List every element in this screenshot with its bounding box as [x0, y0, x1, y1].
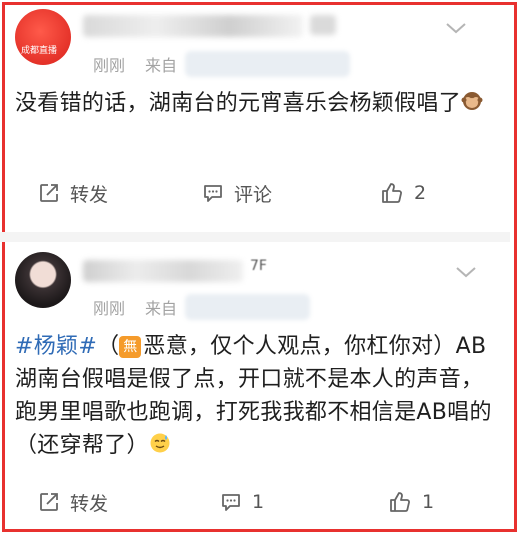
- comment-count: 1: [252, 491, 265, 513]
- post-content: 没看错的话，湖南台的元宵喜乐会杨颖假唱了: [15, 87, 495, 120]
- post-time: 刚刚: [93, 56, 126, 75]
- post-2: 7F 刚刚 来自 #杨颖#（無恶意，仅个人观点，你杠你对）AB湖南台假唱是假了点…: [5, 242, 510, 532]
- thumbs-up-icon: [390, 492, 410, 512]
- thumbs-up-icon: [382, 183, 402, 203]
- post-time: 刚刚: [93, 299, 126, 318]
- post-1: 成都直播 刚刚 来自 没看错的话，湖南台的元宵喜乐会杨颖假唱了 转发 评论 2: [5, 5, 510, 233]
- avatar[interactable]: 成都直播: [15, 9, 71, 65]
- username-blurred[interactable]: [83, 15, 303, 37]
- repost-icon: [40, 493, 58, 511]
- chevron-down-icon[interactable]: [455, 265, 477, 279]
- content-line1: 恶意，仅个人观点，你杠你对）: [143, 334, 456, 359]
- comment-button[interactable]: 评论: [202, 175, 272, 211]
- hashtag-link[interactable]: #杨颖#: [15, 334, 97, 359]
- post-actions: 转发 评论 2: [5, 175, 510, 211]
- post-source-label: 来自: [145, 299, 178, 318]
- comment-icon: [222, 494, 240, 511]
- repost-label: 转发: [70, 183, 109, 206]
- username-tail: 7F: [250, 258, 267, 274]
- source-blurred: [185, 51, 350, 77]
- chevron-down-icon[interactable]: [445, 21, 467, 35]
- repost-button[interactable]: 转发: [38, 175, 108, 211]
- like-button[interactable]: 2: [380, 175, 426, 211]
- see-no-evil-monkey-icon: [461, 92, 483, 110]
- comment-icon: [204, 185, 222, 202]
- like-button[interactable]: 1: [388, 484, 434, 520]
- like-count: 1: [422, 491, 435, 513]
- badge-icon: 無: [119, 336, 142, 358]
- source-blurred: [185, 294, 310, 320]
- username-blurred[interactable]: [83, 260, 243, 282]
- comment-button[interactable]: 1: [220, 484, 264, 520]
- repost-button[interactable]: 转发: [38, 484, 108, 520]
- user-badge-icon: [310, 15, 336, 35]
- comment-label: 评论: [234, 183, 273, 206]
- like-count: 2: [414, 182, 427, 204]
- post-source-label: 来自: [145, 56, 178, 75]
- post-content: #杨颖#（無恶意，仅个人观点，你杠你对）AB湖南台假唱是假了点，开口就不是本人的…: [15, 330, 495, 462]
- avatar[interactable]: [15, 252, 71, 308]
- repost-label: 转发: [70, 492, 109, 515]
- post-actions: 转发 1 1: [5, 484, 510, 520]
- repost-icon: [40, 184, 58, 202]
- content-intro: （: [97, 334, 120, 359]
- sweat-smile-face-icon: [150, 433, 170, 453]
- avatar-text: 成都直播: [21, 46, 58, 56]
- post-text: 没看错的话，湖南台的元宵喜乐会杨颖假唱了: [15, 91, 462, 116]
- post-divider: [0, 232, 510, 242]
